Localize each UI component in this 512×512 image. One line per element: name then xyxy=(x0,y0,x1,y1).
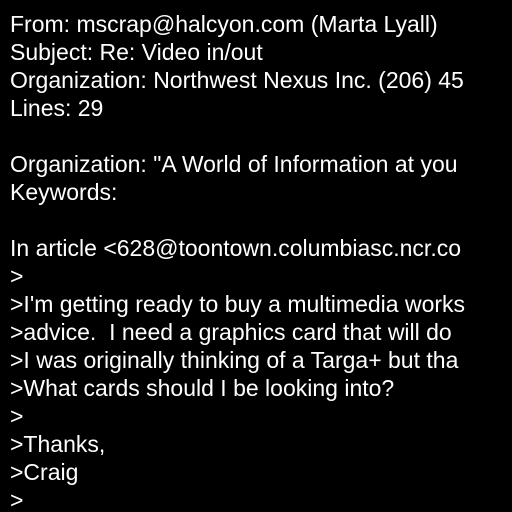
quoted-line: > xyxy=(10,487,24,512)
header-lines: Lines: 29 xyxy=(10,95,104,121)
header-from: From: mscrap@halcyon.com (Marta Lyall) xyxy=(10,11,438,37)
quoted-line: >Thanks, xyxy=(10,431,106,457)
quoted-line: > xyxy=(10,403,24,429)
attribution-line: In article <628@toontown.columbiasc.ncr.… xyxy=(10,235,462,261)
quoted-line: > xyxy=(10,263,24,289)
quoted-line: >What cards should I be looking into? xyxy=(10,375,395,401)
header-organization: Organization: Northwest Nexus Inc. (206)… xyxy=(10,67,464,93)
header-subject: Subject: Re: Video in/out xyxy=(10,39,263,65)
quoted-line: >advice. I need a graphics card that wil… xyxy=(10,319,452,345)
message-view: From: mscrap@halcyon.com (Marta Lyall) S… xyxy=(0,0,512,512)
quoted-line: >I'm getting ready to buy a multimedia w… xyxy=(10,291,466,317)
message-body: From: mscrap@halcyon.com (Marta Lyall) S… xyxy=(10,10,512,512)
keywords-line: Keywords: xyxy=(10,179,118,205)
quoted-line: >Craig xyxy=(10,459,79,485)
quoted-line: >I was originally thinking of a Targa+ b… xyxy=(10,347,459,373)
organization-line: Organization: "A World of Information at… xyxy=(10,151,458,177)
